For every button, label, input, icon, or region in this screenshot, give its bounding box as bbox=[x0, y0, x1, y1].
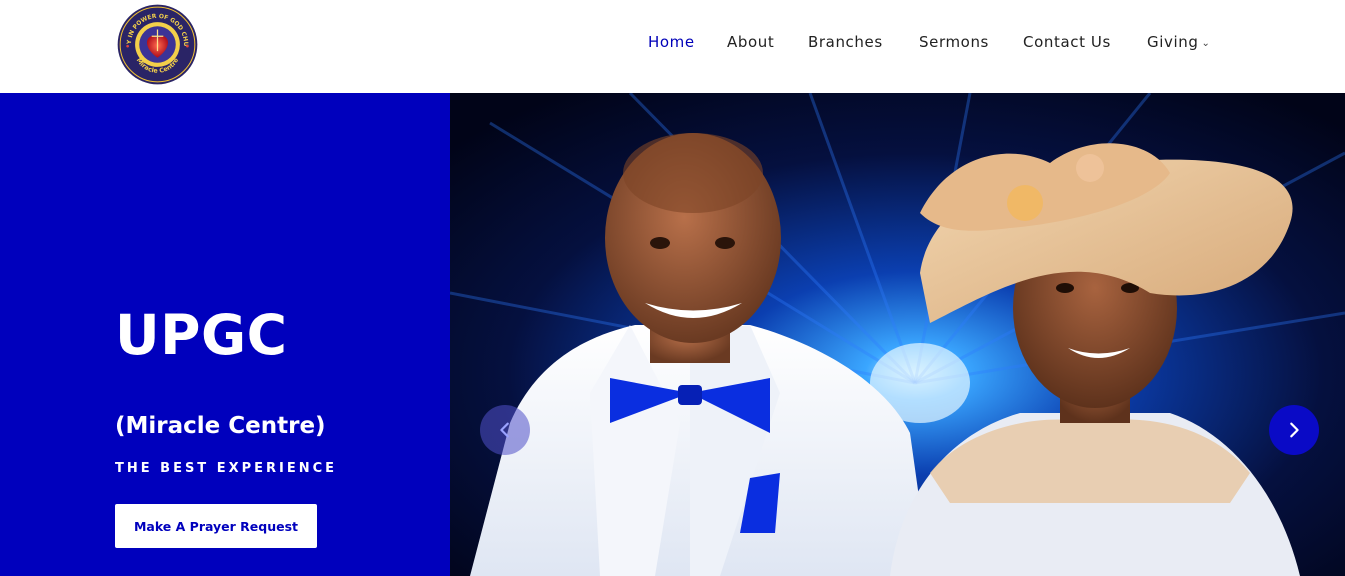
prayer-request-button[interactable]: Make A Prayer Request bbox=[115, 504, 317, 548]
chevron-left-icon bbox=[500, 422, 509, 438]
nav-item-home[interactable]: Home bbox=[648, 33, 695, 53]
hero-panel: UPGC (Miracle Centre) THE BEST EXPERIENC… bbox=[0, 93, 450, 576]
nav-item-giving[interactable]: Giving ⌄ bbox=[1147, 33, 1210, 53]
nav-item-branches[interactable]: Branches bbox=[808, 33, 883, 53]
hero-tagline: THE BEST EXPERIENCE bbox=[115, 461, 338, 476]
nav-item-sermons[interactable]: Sermons bbox=[919, 33, 989, 53]
pastors-photo bbox=[450, 93, 1345, 576]
hero-title: UPGC bbox=[115, 303, 288, 367]
hero-subtitle: (Miracle Centre) bbox=[115, 413, 326, 439]
hero-slide-image bbox=[450, 93, 1345, 576]
chevron-right-icon bbox=[1290, 422, 1299, 438]
nav-item-giving-label: Giving bbox=[1147, 33, 1199, 51]
site-header: UNITY IN POWER OF GOD CHURCH Miracle Cen… bbox=[0, 0, 1345, 93]
chevron-down-icon: ⌄ bbox=[1201, 38, 1211, 49]
slider-prev-button[interactable] bbox=[480, 405, 530, 455]
nav-item-contact-us[interactable]: Contact Us bbox=[1023, 33, 1111, 53]
main-nav: Home About Branches Sermons Contact Us G… bbox=[0, 33, 1345, 53]
slider-next-button[interactable] bbox=[1269, 405, 1319, 455]
nav-item-about[interactable]: About bbox=[727, 33, 774, 53]
